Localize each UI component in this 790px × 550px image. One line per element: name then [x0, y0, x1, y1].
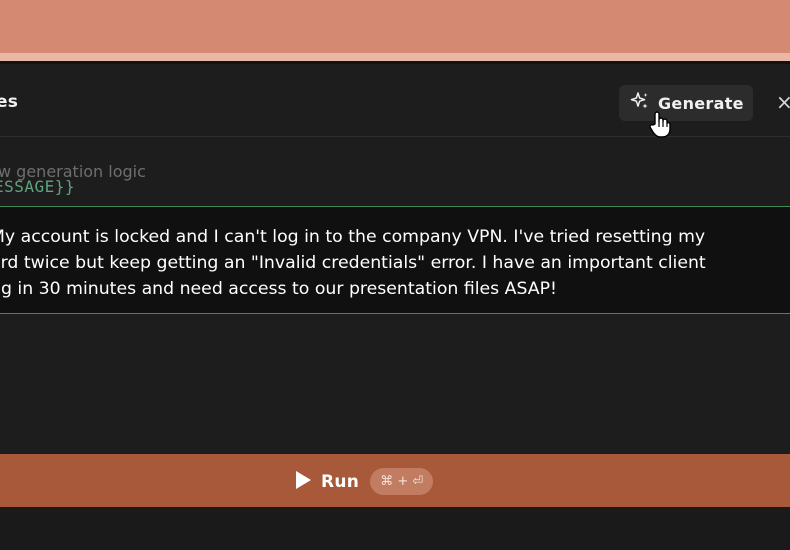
generate-button[interactable]: Generate	[619, 85, 753, 121]
description-field[interactable]: w generation logic	[0, 136, 790, 208]
sparkle-icon	[630, 91, 650, 115]
run-button[interactable]: Run ⌘ + ⏎	[294, 468, 434, 495]
variable-token: ESSAGE}}	[0, 177, 76, 196]
close-icon[interactable]: ×	[776, 90, 790, 114]
message-line: My account is locked and I can't log in …	[0, 227, 706, 247]
run-button-label: Run	[321, 471, 360, 492]
message-text: My account is locked and I can't log in …	[0, 224, 790, 302]
run-bar: Run ⌘ + ⏎	[0, 454, 790, 507]
panel-title: es	[0, 92, 19, 112]
message-line: ng in 30 minutes and need access to our …	[0, 279, 557, 299]
message-line: ord twice but keep getting an "Invalid c…	[0, 253, 706, 273]
shortcut-badge: ⌘ + ⏎	[370, 468, 434, 495]
bottom-strip	[0, 507, 790, 550]
hand-pointer-icon	[648, 110, 672, 138]
play-icon	[294, 470, 312, 494]
top-accent-stripe	[0, 53, 790, 61]
top-accent-band	[0, 0, 790, 53]
message-textarea[interactable]: My account is locked and I can't log in …	[0, 206, 790, 314]
